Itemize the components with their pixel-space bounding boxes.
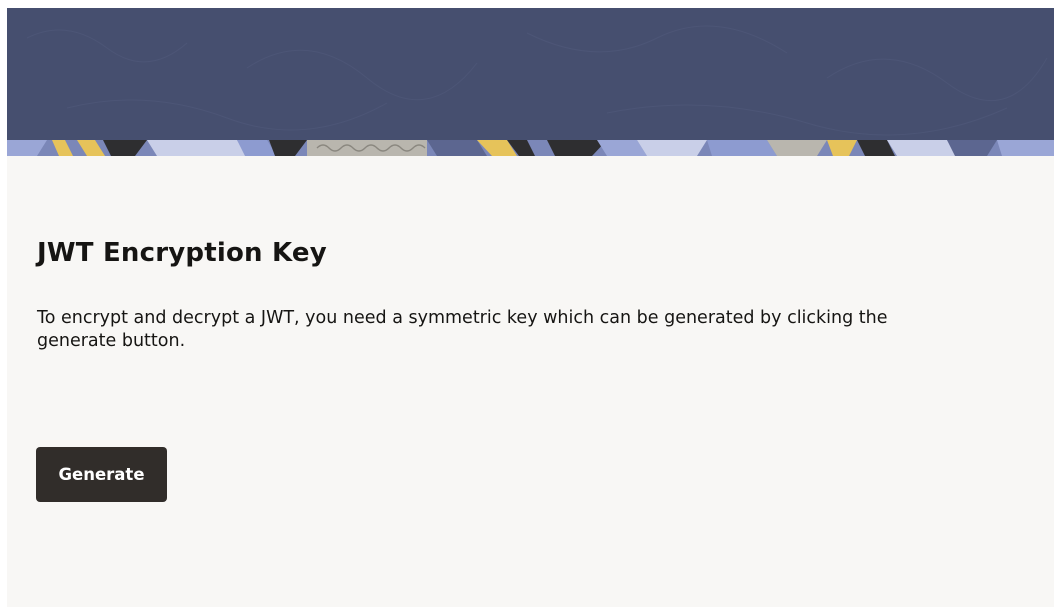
page-frame: JWT Encryption Key To encrypt and decryp… [7,8,1054,607]
page-description: To encrypt and decrypt a JWT, you need a… [37,308,888,351]
banner-pattern [7,25,1054,156]
header-banner [7,8,1054,156]
page-title: JWT Encryption Key [37,238,327,268]
generate-button[interactable]: Generate [36,447,167,502]
